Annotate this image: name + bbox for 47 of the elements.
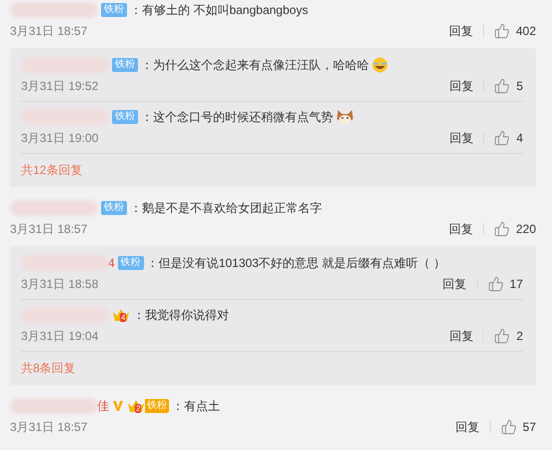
like-count: 402: [516, 23, 536, 40]
like-count: 5: [516, 78, 523, 95]
like-count: 220: [516, 221, 536, 238]
comment-time: 3月31日 19:52: [21, 78, 98, 95]
like-count: 2: [516, 328, 523, 345]
comment-text: ：这个念口号的时候还稍微有点气势: [141, 109, 333, 126]
like-icon[interactable]: [494, 328, 510, 344]
like-count: 57: [522, 419, 536, 436]
like-icon[interactable]: [488, 276, 504, 292]
comment-time: 3月31日 19:00: [21, 130, 98, 147]
comment-text: ：我觉得你说得对: [133, 307, 229, 324]
reply-link[interactable]: 回复: [449, 77, 474, 95]
comment-text: ：为什么这个念起来有点像汪汪队，哈哈哈: [141, 57, 369, 74]
reply-link[interactable]: 回复: [456, 418, 480, 436]
reply-link[interactable]: 回复: [442, 275, 467, 293]
fan-badge: 铁粉: [145, 399, 169, 413]
like-icon[interactable]: [494, 221, 510, 237]
like-icon[interactable]: [494, 23, 510, 39]
comment-time: 3月31日 18:57: [10, 23, 88, 40]
reply-link[interactable]: 回复: [449, 327, 474, 345]
comment-time: 3月31日 18:57: [10, 221, 88, 238]
fan-badge: 铁粉: [112, 58, 138, 72]
like-icon[interactable]: [494, 130, 510, 146]
comment-time: 3月31日 18:57: [10, 419, 88, 436]
reply-link[interactable]: 回复: [448, 22, 473, 40]
crown-badge: 2: [127, 399, 145, 413]
like-icon[interactable]: [494, 78, 510, 94]
like-count: 4: [516, 130, 523, 147]
reply-link[interactable]: 回复: [449, 129, 474, 147]
fan-badge: 铁粉: [118, 256, 144, 270]
fan-badge: 铁粉: [112, 110, 138, 124]
like-icon[interactable]: [500, 419, 517, 435]
verified-icon: [112, 400, 124, 412]
reply-link[interactable]: 回复: [448, 220, 473, 238]
fan-badge: 铁粉: [101, 201, 127, 215]
comment-text: ：鹅是不是不喜欢给女团起正常名字: [130, 200, 322, 217]
comment-time: 3月31日 19:04: [21, 328, 98, 345]
fan-badge: 铁粉: [101, 3, 127, 17]
username-fragment[interactable]: 佳: [97, 397, 109, 415]
crown-badge: 4: [112, 308, 130, 322]
like-count: 17: [510, 276, 523, 293]
comment-time: 3月31日 18:58: [21, 276, 98, 293]
comment-text: ：有点土: [172, 398, 220, 415]
comment-text: ：有够土的 不如叫bangbangboys: [130, 2, 308, 19]
laughing-emoji-icon: [372, 57, 388, 73]
cat-face-icon: [336, 109, 354, 125]
comment-text: ：但是没有说101303不好的意思 就是后缀有点难听（ ）: [146, 255, 446, 272]
